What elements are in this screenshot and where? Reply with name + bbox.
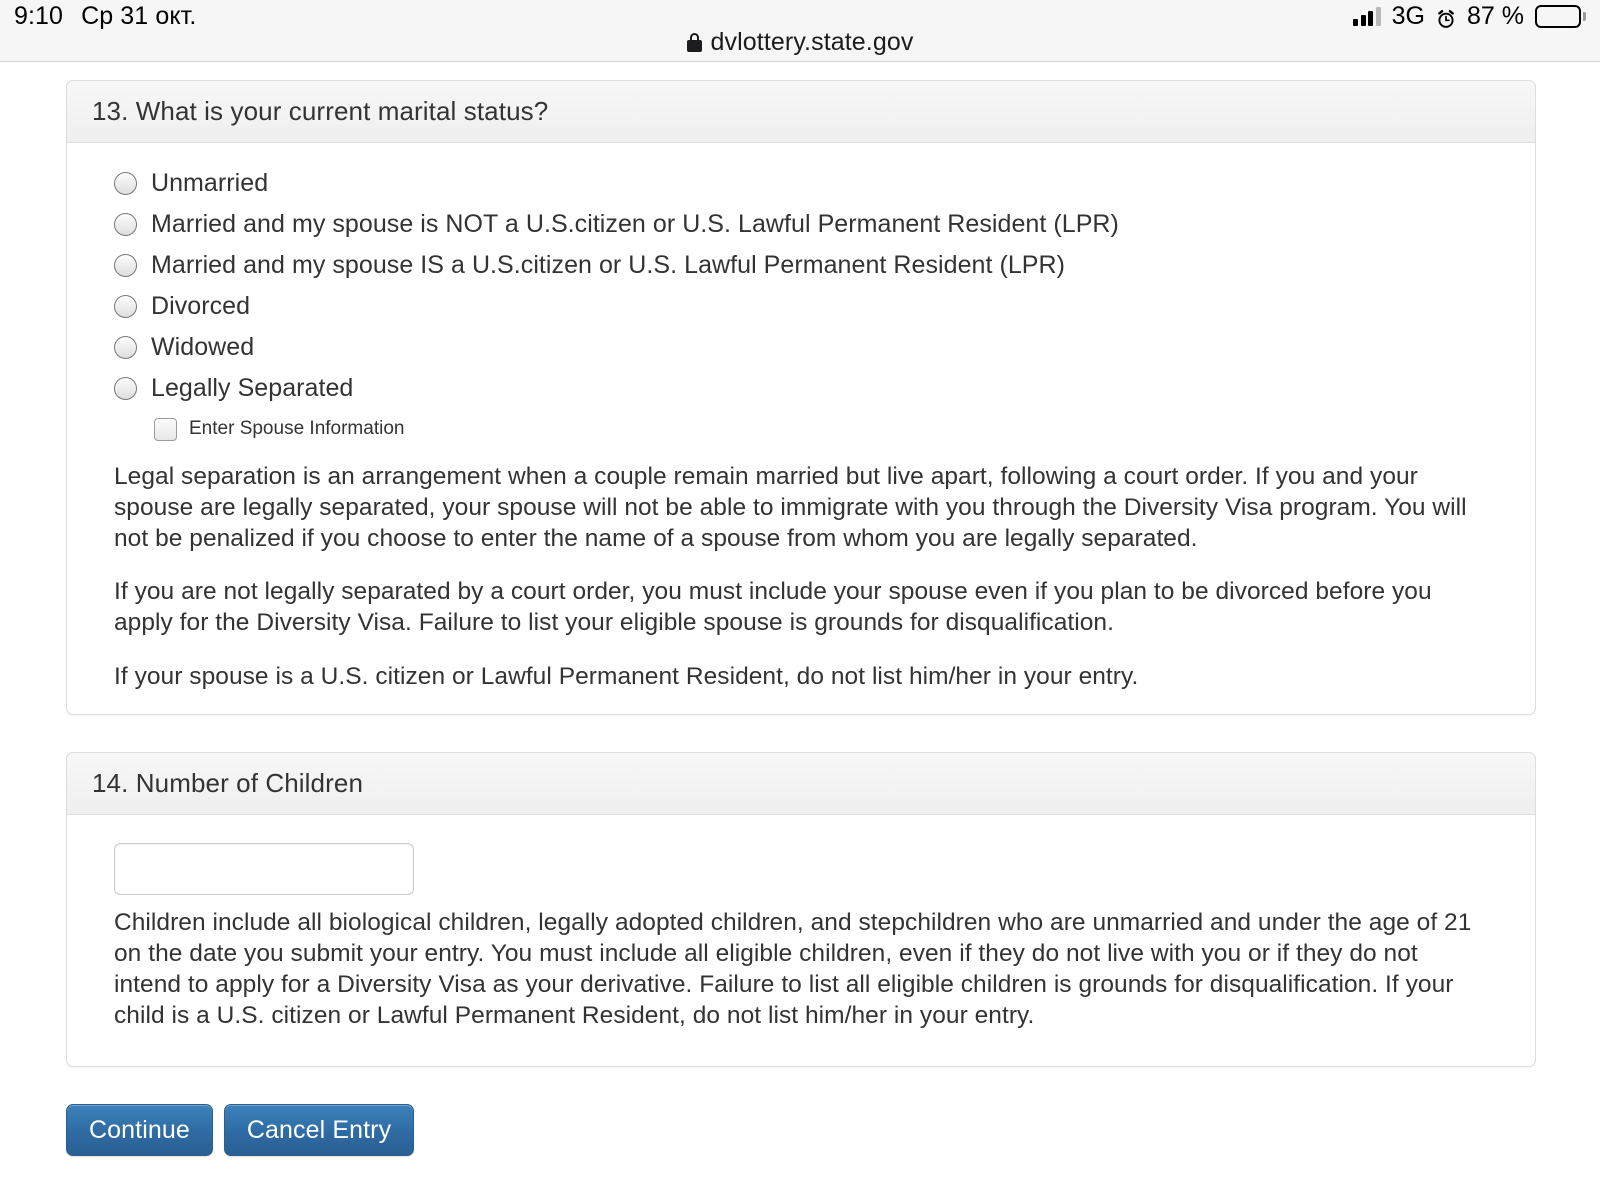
radio-icon[interactable] [114, 377, 137, 400]
number-of-children-panel-header: 14. Number of Children [67, 753, 1535, 815]
form-action-buttons: Continue Cancel Entry [66, 1104, 415, 1156]
page-title: 14. Number of Children [92, 768, 363, 798]
radio-label: Married and my spouse is NOT a U.S.citiz… [151, 210, 1119, 238]
page-title: 13. What is your current marital status? [92, 96, 549, 126]
radio-label: Unmarried [151, 169, 269, 197]
number-of-children-help-text: Children include all biological children… [67, 895, 1535, 1031]
enter-spouse-information-checkbox-row[interactable]: Enter Spouse Information [114, 409, 1535, 449]
help-paragraph: Legal separation is an arrangement when … [114, 463, 1467, 553]
number-of-children-input-wrapper [67, 815, 1535, 895]
help-paragraph: If your spouse is a U.S. citizen or Lawf… [114, 662, 1139, 690]
checkbox-label: Enter Spouse Information [189, 418, 405, 439]
lock-icon [686, 32, 702, 52]
radio-icon[interactable] [114, 172, 137, 195]
radio-option-divorced[interactable]: Divorced [114, 286, 1535, 327]
marital-status-help-text: Legal separation is an arrangement when … [67, 449, 1535, 692]
help-paragraph: If you are not legally separated by a co… [114, 578, 1432, 637]
marital-status-panel-body: Unmarried Married and my spouse is NOT a… [67, 143, 1535, 692]
radio-option-unmarried[interactable]: Unmarried [114, 163, 1535, 204]
radio-option-legally-separated[interactable]: Legally Separated [114, 368, 1535, 409]
browser-url-bar[interactable]: dvlottery.state.gov [0, 22, 1600, 62]
number-of-children-panel: 14. Number of Children Children include … [66, 752, 1536, 1067]
marital-status-radio-group: Unmarried Married and my spouse is NOT a… [67, 143, 1535, 449]
radio-label: Married and my spouse IS a U.S.citizen o… [151, 251, 1066, 279]
help-paragraph: Children include all biological children… [114, 909, 1472, 1030]
radio-icon[interactable] [114, 254, 137, 277]
radio-icon[interactable] [114, 295, 137, 318]
number-of-children-input[interactable] [114, 843, 414, 895]
checkbox-icon[interactable] [154, 417, 177, 441]
radio-option-widowed[interactable]: Widowed [114, 327, 1535, 368]
number-of-children-panel-body: Children include all biological children… [67, 815, 1535, 1031]
radio-option-married-spouse-not-citizen[interactable]: Married and my spouse is NOT a U.S.citiz… [114, 204, 1535, 245]
page-content: 13. What is your current marital status?… [0, 63, 1600, 1200]
radio-label: Widowed [151, 333, 255, 361]
radio-option-married-spouse-is-citizen[interactable]: Married and my spouse IS a U.S.citizen o… [114, 245, 1535, 286]
cancel-entry-button[interactable]: Cancel Entry [223, 1104, 415, 1156]
continue-button[interactable]: Continue [66, 1104, 213, 1156]
radio-label: Divorced [151, 292, 251, 320]
marital-status-panel: 13. What is your current marital status?… [66, 80, 1536, 715]
radio-icon[interactable] [114, 336, 137, 359]
radio-label: Legally Separated [151, 374, 354, 402]
url-host-label: dvlottery.state.gov [710, 27, 914, 56]
marital-status-panel-header: 13. What is your current marital status? [67, 81, 1535, 143]
radio-icon[interactable] [114, 213, 137, 236]
